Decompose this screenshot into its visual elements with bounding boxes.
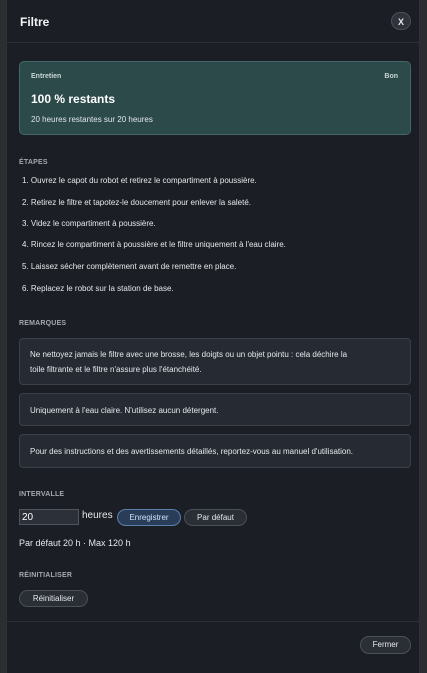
reset-button[interactable]: Réinitialiser (19, 590, 88, 607)
remark-note: Pour des instructions et des avertisseme… (19, 434, 411, 468)
step-item: 1. Ouvrez le capot du robot et retirez l… (22, 176, 257, 185)
save-button[interactable]: Enregistrer (117, 509, 181, 526)
dialog-header: Filtre X (7, 0, 419, 43)
dialog-title: Filtre (20, 15, 50, 29)
remark-note: Uniquement à l'eau claire. N'utilisez au… (19, 393, 411, 426)
remark-line: Pour des instructions et des avertisseme… (30, 447, 354, 456)
reset-title: RÉINITIALISER (19, 572, 73, 579)
interval-title: INTERVALLE (19, 491, 65, 498)
footer-divider (7, 621, 419, 622)
remaining-percent: 100 % restants (31, 92, 116, 106)
remark-line: Uniquement à l'eau claire. N'utilisez au… (30, 406, 219, 415)
remark-note: Ne nettoyez jamais le filtre avec une br… (19, 338, 411, 385)
step-item: 2. Retirez le filtre et tapotez-le douce… (22, 198, 252, 207)
remarks-title: REMARQUES (19, 320, 67, 327)
remark-line: toile filtrante et le filtre n'assure pl… (30, 365, 202, 374)
status-label: Entretien (31, 73, 62, 80)
interval-defaults: Par défaut 20 h · Max 120 h (19, 538, 131, 548)
steps-title: ÉTAPES (19, 159, 48, 166)
step-item: 6. Replacez le robot sur la station de b… (22, 284, 174, 293)
filter-dialog: Filtre X Entretien Bon 100 % restants 20… (6, 0, 420, 673)
close-button[interactable]: X (391, 12, 411, 30)
interval-input[interactable] (19, 509, 79, 525)
close-footer-button[interactable]: Fermer (360, 636, 411, 654)
maintenance-status-card: Entretien Bon 100 % restants 20 heures r… (19, 61, 411, 135)
step-item: 4. Rincez le compartiment à poussière et… (22, 240, 286, 249)
remaining-hours: 20 heures restantes sur 20 heures (31, 115, 153, 124)
default-button[interactable]: Par défaut (184, 509, 247, 526)
step-item: 3. Videz le compartiment à poussière. (22, 219, 156, 228)
interval-unit: heures (82, 510, 113, 521)
status-badge: Bon (384, 73, 398, 80)
remark-line: Ne nettoyez jamais le filtre avec une br… (30, 350, 348, 359)
step-item: 5. Laissez sécher complètement avant de … (22, 262, 237, 271)
